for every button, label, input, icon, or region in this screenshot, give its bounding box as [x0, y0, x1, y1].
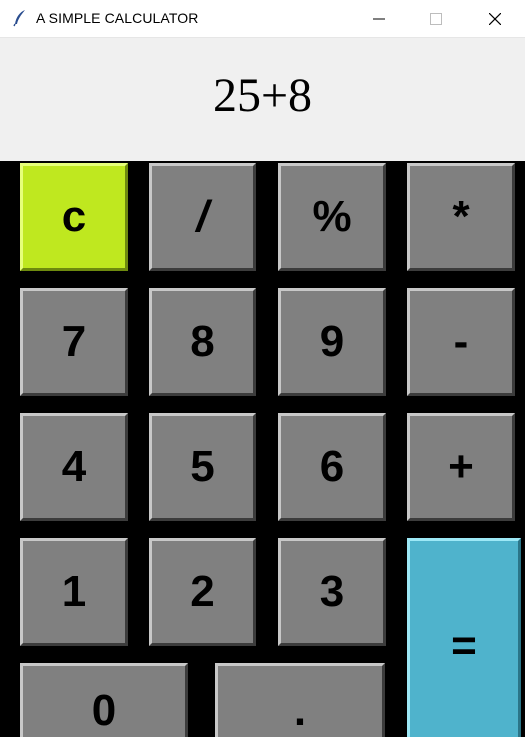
window-title: A SIMPLE CALCULATOR [36, 10, 199, 26]
percent-label: % [312, 192, 352, 241]
digit-4-button[interactable]: 4 [20, 413, 128, 521]
multiply-label: * [452, 192, 470, 241]
multiply-button[interactable]: * [407, 163, 515, 271]
digit-7-button[interactable]: 7 [20, 288, 128, 396]
title-bar[interactable]: A SIMPLE CALCULATOR [0, 0, 525, 38]
digit-0-button[interactable]: 0 [20, 663, 188, 737]
calculator-display: 25+8 [0, 38, 525, 161]
digit-8-button[interactable]: 8 [149, 288, 256, 396]
digit-8-label: 8 [190, 317, 215, 366]
digit-5-label: 5 [190, 442, 215, 491]
minimize-button[interactable] [356, 0, 402, 38]
minimize-icon [373, 18, 385, 20]
digit-4-label: 4 [61, 442, 87, 491]
digit-5-button[interactable]: 5 [149, 413, 256, 521]
equals-button[interactable]: = [407, 538, 521, 737]
digit-1-button[interactable]: 1 [20, 538, 128, 646]
decimal-point-label: . [293, 686, 307, 735]
maximize-icon [430, 13, 442, 25]
digit-3-label: 3 [319, 567, 345, 616]
digit-0-label: 0 [91, 686, 117, 735]
divide-button[interactable]: / [149, 163, 256, 271]
digit-2-label: 2 [190, 567, 215, 616]
minus-label: - [453, 317, 469, 366]
digit-9-label: 9 [319, 317, 345, 366]
maximize-button[interactable] [413, 0, 459, 38]
plus-button[interactable]: + [407, 413, 515, 521]
decimal-point-button[interactable]: . [215, 663, 385, 737]
plus-label: + [448, 442, 474, 491]
digit-6-label: 6 [319, 442, 345, 491]
minus-button[interactable]: - [407, 288, 515, 396]
digit-7-label: 7 [61, 317, 87, 366]
digit-9-button[interactable]: 9 [278, 288, 386, 396]
feather-icon [12, 9, 28, 27]
clear-label: c [61, 192, 87, 241]
divide-label: / [196, 192, 209, 241]
display-expression: 25+8 [212, 69, 313, 122]
digit-1-label: 1 [61, 567, 87, 616]
close-button[interactable] [472, 0, 518, 38]
clear-button[interactable]: c [20, 163, 128, 271]
digit-6-button[interactable]: 6 [278, 413, 386, 521]
calculator-window: A SIMPLE CALCULATOR 25+8 c / % * 7 8 9 -… [0, 0, 525, 737]
percent-button[interactable]: % [278, 163, 386, 271]
equals-label: = [451, 620, 477, 670]
close-icon [489, 13, 501, 25]
digit-2-button[interactable]: 2 [149, 538, 256, 646]
digit-3-button[interactable]: 3 [278, 538, 386, 646]
